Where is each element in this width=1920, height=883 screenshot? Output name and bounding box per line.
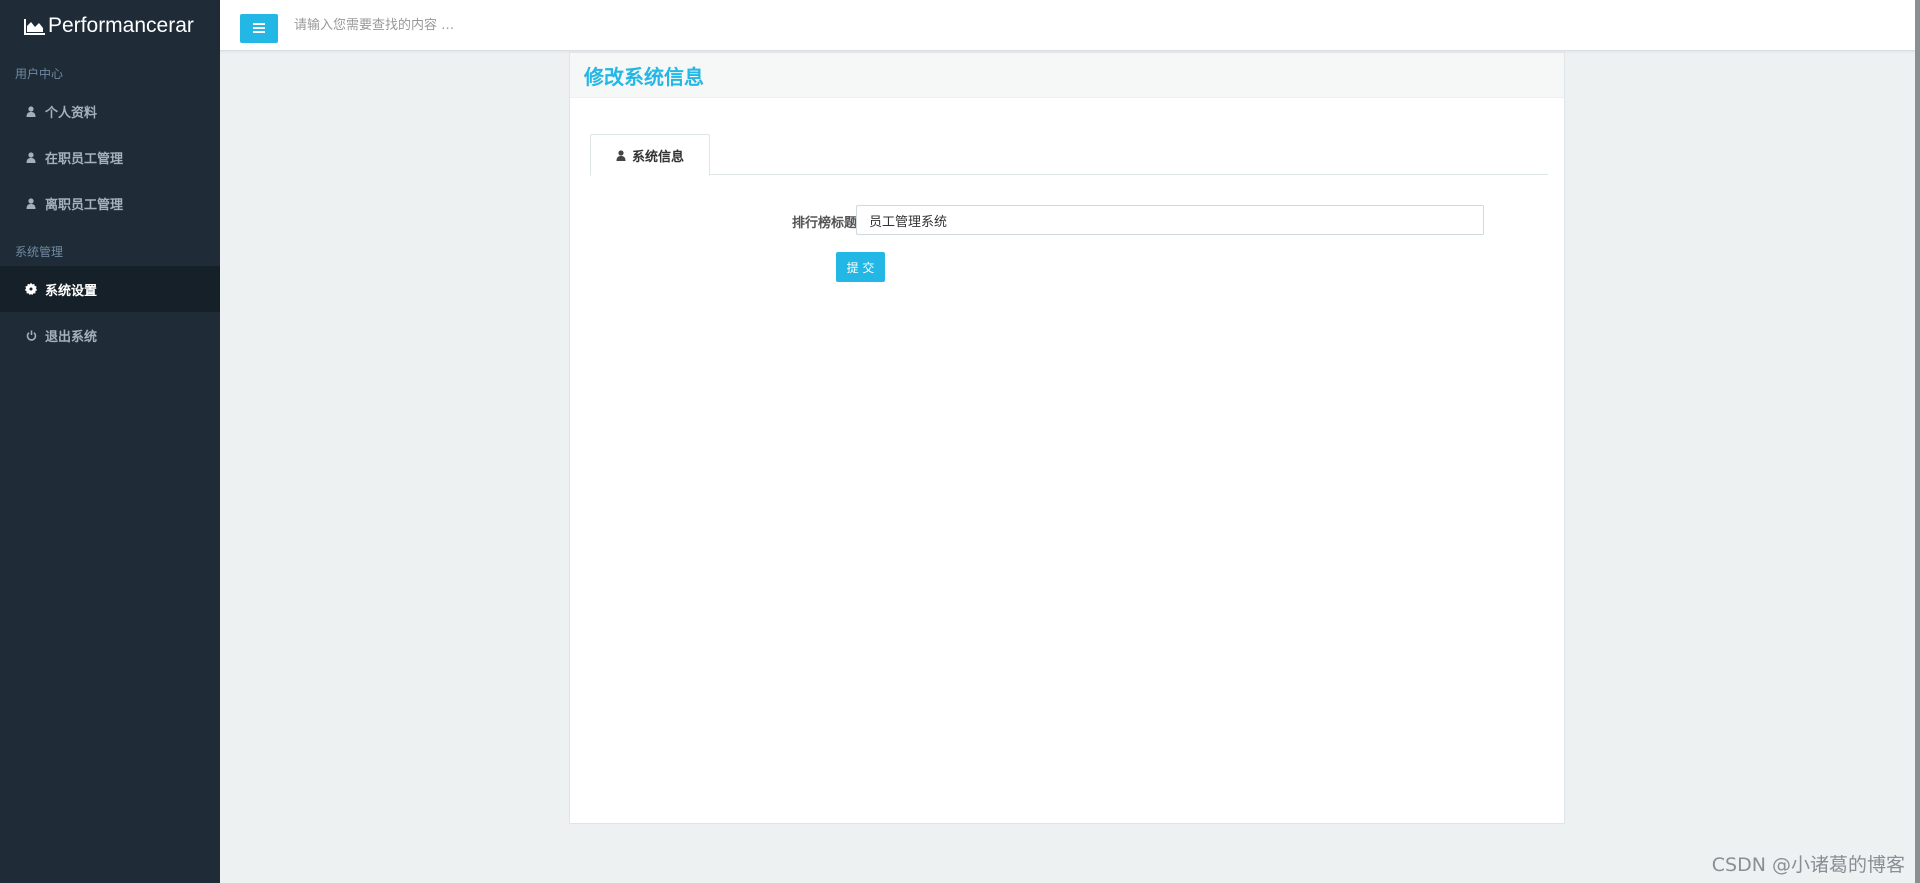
user-icon <box>616 149 626 161</box>
user-icon <box>25 151 37 163</box>
page-title: 修改系统信息 <box>584 64 704 89</box>
gear-icon <box>25 283 37 295</box>
vertical-scrollbar[interactable] <box>1915 0 1920 883</box>
brand-name: Performancerar <box>48 14 194 37</box>
menu-toggle-button[interactable] <box>240 14 278 43</box>
hamburger-icon <box>253 21 265 36</box>
watermark: CSDN @小诸葛的博客 <box>1711 854 1905 876</box>
leaderboard-title-label: 排行榜标题： <box>791 216 870 231</box>
sidebar-item-active-employees[interactable]: 在职员工管理 <box>0 134 220 180</box>
sidebar-item-resigned-employees[interactable]: 离职员工管理 <box>0 180 220 226</box>
top-header <box>220 0 1920 51</box>
user-icon <box>25 105 37 117</box>
area-chart-icon <box>24 17 46 35</box>
sidebar-item-label: 系统设置 <box>45 283 98 299</box>
scrollbar-thumb[interactable] <box>1915 0 1920 883</box>
panel-heading: 修改系统信息 <box>570 53 1564 98</box>
tab-bar: 系统信息 <box>590 134 1548 176</box>
form-row-leaderboard-title: 排行榜标题： <box>590 205 1546 237</box>
tab-label: 系统信息 <box>631 149 684 165</box>
sidebar-item-label: 离职员工管理 <box>45 197 124 213</box>
sidebar-item-label: 在职员工管理 <box>45 151 124 167</box>
nav-header-system: 系统管理 <box>15 245 64 259</box>
sidebar-item-profile[interactable]: 个人资料 <box>0 88 220 134</box>
user-icon <box>25 197 37 209</box>
panel-body: 系统信息 排行榜标题： 提 交 <box>570 98 1564 282</box>
brand[interactable]: Performancerar <box>0 0 195 52</box>
power-icon <box>25 329 37 341</box>
sidebar-item-logout[interactable]: 退出系统 <box>0 312 220 358</box>
system-info-panel: 修改系统信息 系统信息 排行榜标题： 提 交 <box>569 52 1565 824</box>
tab-system-info[interactable]: 系统信息 <box>590 134 710 176</box>
sidebar-item-label: 退出系统 <box>45 329 98 345</box>
sidebar: Performancerar 用户中心 个人资料 在职员工管理 离职员工管理 系… <box>0 0 220 883</box>
sidebar-item-system-settings[interactable]: 系统设置 <box>0 266 220 312</box>
leaderboard-title-input[interactable] <box>856 205 1484 235</box>
search-input[interactable] <box>294 11 694 39</box>
sidebar-item-label: 个人资料 <box>45 105 98 121</box>
nav-header-user-center: 用户中心 <box>15 67 64 81</box>
submit-button[interactable]: 提 交 <box>836 252 885 282</box>
